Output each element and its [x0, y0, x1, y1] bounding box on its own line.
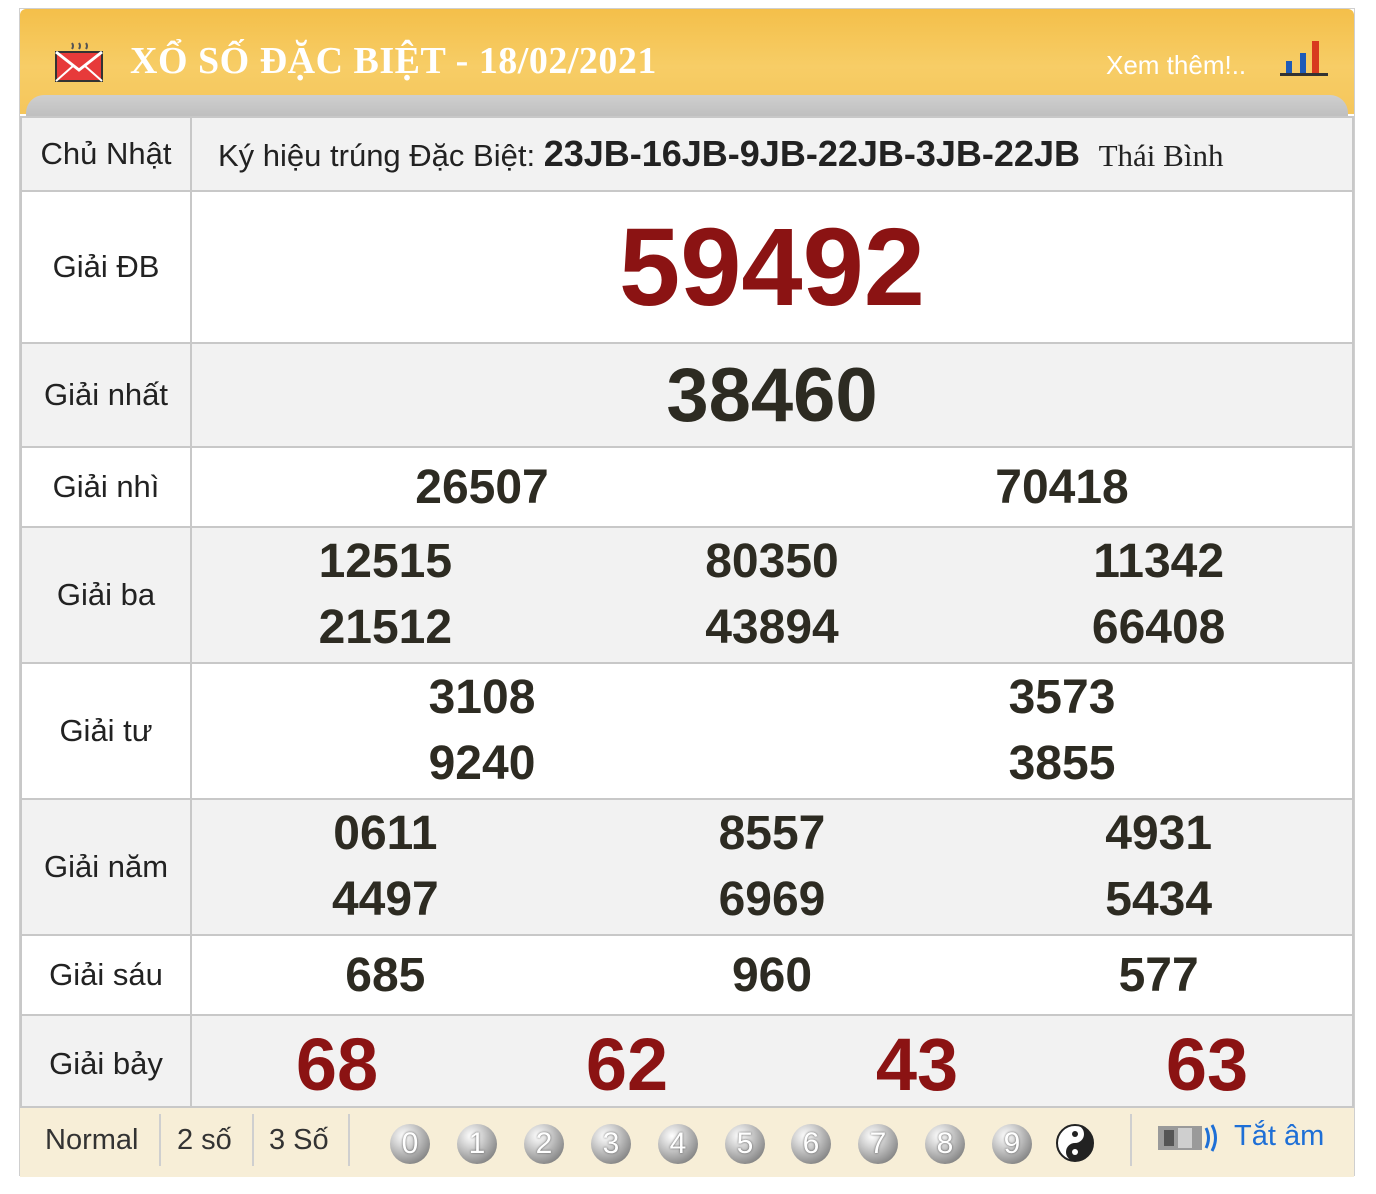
results-table: Chủ Nhật Ký hiệu trúng Đặc Biệt: 23JB-16…	[20, 116, 1354, 1114]
lottery-panel: XỔ SỐ ĐẶC BIỆT - 18/02/2021 Xem thêm!.. …	[19, 8, 1355, 1177]
digit-ball-7[interactable]: 7	[858, 1124, 898, 1164]
info-row: Chủ Nhật Ký hiệu trúng Đặc Biệt: 23JB-16…	[20, 116, 1354, 192]
prize-number: 577	[1118, 948, 1199, 1002]
prize-label: Giải ba	[20, 526, 192, 664]
special-prize-number: 59492	[619, 205, 925, 329]
tab-divider	[348, 1114, 350, 1166]
tab-3-so[interactable]: 3 Số	[269, 1124, 329, 1157]
prize-row-db: Giải ĐB 59492	[20, 190, 1354, 344]
mail-icon	[55, 42, 103, 82]
digit-ball-2[interactable]: 2	[524, 1124, 564, 1164]
prize-values: 59492	[190, 190, 1354, 344]
prize-number: 68	[295, 1022, 379, 1106]
prize-number: 3855	[1008, 737, 1116, 790]
prize-values: 0611 4497 8557 6969 4931 5434	[190, 798, 1354, 936]
digit-ball-6[interactable]: 6	[791, 1124, 831, 1164]
prize-values: 38460	[190, 342, 1354, 448]
page-title: XỔ SỐ ĐẶC BIỆT - 18/02/2021	[130, 40, 657, 82]
prize-number: 685	[345, 948, 426, 1002]
prize-row-nam: Giải năm 0611 4497 8557 6969 4931 5434	[20, 798, 1354, 936]
prize-number: 21512	[318, 601, 453, 654]
header-divider	[20, 89, 1354, 119]
symbol-label: Ký hiệu trúng Đặc Biệt:	[218, 138, 536, 173]
prize-values: 3108 9240 3573 3855	[190, 662, 1354, 800]
prize-row-sau: Giải sáu 685 960 577	[20, 934, 1354, 1016]
prize-number: 6969	[718, 873, 826, 926]
prize-number: 38460	[666, 352, 878, 438]
prize-label: Giải sáu	[20, 934, 192, 1016]
prize-label: Giải nhất	[20, 342, 192, 448]
prize-row-nhat: Giải nhất 38460	[20, 342, 1354, 448]
prize-number: 62	[585, 1022, 669, 1106]
day-label: Chủ Nhật	[20, 116, 192, 192]
prize-number: 70418	[995, 460, 1129, 514]
digit-ball-1[interactable]: 1	[457, 1124, 497, 1164]
province-name: Thái Bình	[1098, 138, 1224, 173]
yin-yang-icon[interactable]	[1055, 1123, 1095, 1163]
prize-number: 5434	[1105, 873, 1213, 926]
bar-chart-icon[interactable]	[1278, 37, 1330, 77]
prize-number: 43894	[705, 601, 839, 654]
prize-number: 26507	[415, 460, 549, 514]
digit-ball-8[interactable]: 8	[925, 1124, 965, 1164]
header-bar: XỔ SỐ ĐẶC BIỆT - 18/02/2021 Xem thêm!..	[20, 9, 1354, 119]
prize-number: 8557	[718, 807, 826, 860]
prize-row-bay: Giải bảy 68 62 43 63	[20, 1014, 1354, 1114]
prize-number: 0611	[333, 807, 438, 860]
tab-normal[interactable]: Normal	[45, 1124, 138, 1157]
digit-ball-3[interactable]: 3	[591, 1124, 631, 1164]
prize-number: 960	[731, 948, 813, 1002]
prize-label: Giải tư	[20, 662, 192, 800]
prize-values: 685 960 577	[190, 934, 1354, 1016]
prize-values: 68 62 43 63	[190, 1014, 1354, 1114]
tab-divider	[159, 1114, 161, 1166]
tab-2-so[interactable]: 2 số	[177, 1124, 232, 1157]
prize-values: 26507 70418	[190, 446, 1354, 528]
tab-divider	[252, 1114, 254, 1166]
prize-row-ba: Giải ba 12515 21512 80350 43894 11342 66408	[20, 526, 1354, 664]
prize-number: 43	[875, 1022, 959, 1106]
prize-number: 3108	[428, 671, 536, 724]
prize-number: 80350	[705, 535, 839, 588]
prize-row-nhi: Giải nhì 26507 70418	[20, 446, 1354, 528]
speaker-icon[interactable]	[1158, 1122, 1220, 1154]
symbol-cell: Ký hiệu trúng Đặc Biệt: 23JB-16JB-9JB-22…	[190, 116, 1354, 192]
footer-toolbar: Normal 2 số 3 Số 0 1 2 3 4 5 6 7 8 9 Tắt…	[20, 1106, 1354, 1177]
symbol-codes: 23JB-16JB-9JB-22JB-3JB-22JB	[543, 133, 1080, 174]
digit-ball-0[interactable]: 0	[390, 1124, 430, 1164]
tab-divider	[1130, 1114, 1132, 1166]
prize-label: Giải năm	[20, 798, 192, 936]
digit-ball-9[interactable]: 9	[992, 1124, 1032, 1164]
digit-ball-4[interactable]: 4	[658, 1124, 698, 1164]
mute-button[interactable]: Tắt âm	[1234, 1120, 1324, 1153]
prize-number: 3573	[1008, 671, 1116, 724]
prize-label: Giải nhì	[20, 446, 192, 528]
prize-number: 4497	[331, 873, 439, 926]
prize-values: 12515 21512 80350 43894 11342 66408	[190, 526, 1354, 664]
digit-ball-5[interactable]: 5	[725, 1124, 765, 1164]
prize-number: 66408	[1091, 601, 1226, 654]
prize-number: 9240	[428, 737, 536, 790]
prize-number: 63	[1165, 1022, 1249, 1106]
prize-label: Giải ĐB	[20, 190, 192, 344]
prize-label: Giải bảy	[20, 1014, 192, 1114]
prize-number: 12515	[318, 535, 453, 588]
more-link[interactable]: Xem thêm!..	[1106, 50, 1246, 81]
prize-number: 11342	[1093, 535, 1225, 588]
prize-number: 4931	[1105, 807, 1213, 860]
prize-row-tu: Giải tư 3108 9240 3573 3855	[20, 662, 1354, 800]
